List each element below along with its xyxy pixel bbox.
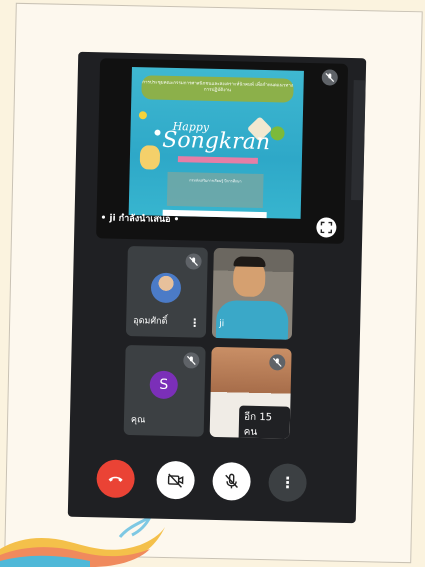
camera-off-icon <box>167 473 184 488</box>
participant-shirt <box>215 299 289 340</box>
mic-off-icon <box>269 354 286 371</box>
participant-video-tile[interactable]: ji <box>211 247 294 340</box>
participant-name: อุดมศักดิ์ <box>133 316 168 327</box>
fullscreen-button[interactable] <box>316 217 337 238</box>
more-vert-icon[interactable]: ⋮ <box>189 316 200 329</box>
end-call-button[interactable] <box>96 459 136 499</box>
participant-name: คุณ <box>130 415 146 426</box>
camera-toggle-button[interactable] <box>156 460 196 500</box>
shared-slide: การประชุมคณะกรรมการศาสนิกชนและสงเคราะห์น… <box>128 67 304 219</box>
phone-hangup-icon <box>108 476 123 482</box>
presenter-label: • ji กำลังนำเสนอ • <box>100 213 180 226</box>
slide-title-strip <box>177 156 258 164</box>
avatar <box>150 272 182 304</box>
mic-off-icon <box>321 69 338 86</box>
more-options-button[interactable]: ⋮ <box>268 463 308 503</box>
mic-toggle-button[interactable] <box>212 461 252 501</box>
mic-off-icon <box>225 473 238 489</box>
presentation-tile[interactable]: การประชุมคณะกรรมการศาสนิกชนและสงเคราะห์น… <box>96 58 349 244</box>
slide-title: Songkran <box>162 127 271 156</box>
slide-banner: การประชุมคณะกรรมการศาสนิกชนและสงเคราะห์น… <box>141 75 294 103</box>
mic-off-icon <box>185 253 202 270</box>
more-participants-badge[interactable]: อีก 15 คน <box>238 405 291 439</box>
participant-name: ji <box>219 319 225 330</box>
participant-hair <box>233 256 266 268</box>
meeting-screen: การประชุมคณะกรรมการศาสนิกชนและสงเคราะห์น… <box>67 51 367 524</box>
fullscreen-icon <box>320 221 333 234</box>
participant-video-tile[interactable]: อีก 15 คน <box>209 346 292 439</box>
participant-tile[interactable]: อุดมศักดิ์ ⋮ <box>125 245 208 338</box>
avatar: S <box>149 370 179 400</box>
mic-off-icon <box>183 352 200 369</box>
participant-tile[interactable]: S คุณ <box>123 344 206 437</box>
